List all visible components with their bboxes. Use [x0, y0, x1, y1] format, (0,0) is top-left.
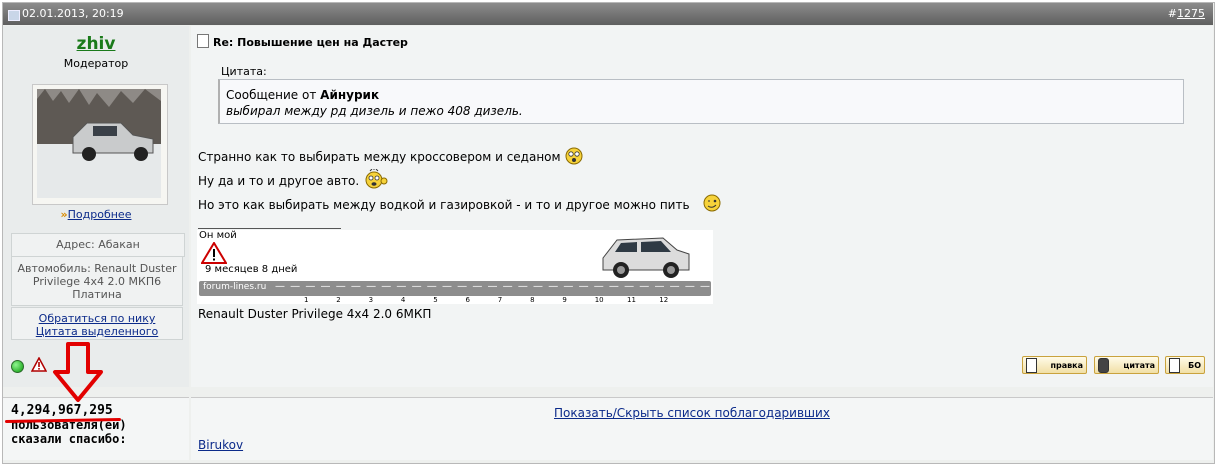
avatar[interactable] — [32, 84, 168, 205]
banner-tick-label: 11 — [627, 296, 636, 304]
post-date: 02.01.2013, 20:19 — [22, 7, 124, 20]
online-status-icon — [11, 360, 24, 373]
thanks-count: 4,294,967,295 пользователя(ей) сказали с… — [11, 403, 127, 447]
quote-text: выбирал между рд дизель и пежо 408 дизел… — [226, 104, 523, 118]
banner-title: Он мой — [199, 230, 237, 241]
quote-header: Сообщение от Айнурик — [226, 88, 380, 102]
more-details: »Подробнее — [3, 208, 189, 221]
document-icon — [197, 34, 209, 48]
user-actions: Обратиться по нику Цитата выделенного — [11, 307, 183, 340]
bo-icon — [1169, 358, 1180, 373]
more-details-link[interactable]: Подробнее — [68, 208, 132, 221]
banner-tick-label: 2 — [336, 296, 341, 304]
banner-tick-label: 3 — [368, 296, 374, 304]
post-status-icon — [8, 10, 20, 21]
banner-tick-label: 6 — [465, 296, 470, 304]
post-line-1: Странно как то выбирать между кроссоверо… — [198, 147, 583, 165]
post-title: Re: Повышение цен на Дастер — [197, 34, 408, 49]
avatar-car-image — [37, 89, 161, 198]
user-address: Адрес: Абакан — [11, 233, 185, 257]
thanks-count-value: 4,294,967,295 — [11, 403, 113, 418]
post-number: #1275 — [1167, 7, 1205, 20]
quote-icon — [1098, 358, 1109, 373]
warning-triangle-icon — [201, 242, 227, 264]
banner-tick-label: 5 — [433, 296, 438, 304]
toggle-thanks-list-link[interactable]: Показать/Скрыть список поблагодаривших — [554, 406, 830, 420]
banner-period: 9 месяцев 8 дней — [205, 264, 298, 275]
edit-button[interactable]: правка — [1022, 356, 1087, 374]
banner-tick-label: 9 — [562, 296, 567, 304]
post-header: 02.01.2013, 20:19 #1275 — [3, 3, 1213, 25]
quote-selected-link[interactable]: Цитата выделенного — [12, 325, 182, 338]
banner-car-image — [602, 237, 690, 278]
username-link[interactable]: zhiv — [3, 34, 189, 54]
user-car: Автомобиль: Renault Duster Privilege 4x4… — [11, 256, 183, 306]
banner-tick-label: 1 — [304, 296, 309, 304]
banner-tick-label: 4 — [400, 296, 406, 304]
thanks-list-cell: Показать/Скрыть список поблагодаривших B… — [191, 397, 1213, 460]
thanker-link[interactable]: Birukov — [198, 438, 243, 452]
banner-tick-label: 8 — [530, 296, 535, 304]
post-line-3: Но это как выбирать между водкой и газир… — [198, 193, 722, 213]
address-by-nick-link[interactable]: Обратиться по нику — [12, 312, 182, 325]
banner-ticks: 1 2 3 4 5 6 7 8 9 10 11 12 — [197, 296, 713, 305]
banner-tick-label: 10 — [594, 296, 604, 304]
thanks-count-line3: сказали спасибо: — [11, 432, 127, 446]
quote-button[interactable]: цитата — [1094, 356, 1159, 374]
banner-site: forum-lines.ru — [203, 282, 267, 292]
double-chevron-down-icon: » — [60, 208, 68, 221]
quote-box: Сообщение от Айнурик выбирал между рд ди… — [218, 79, 1184, 124]
quote-author: Айнурик — [320, 88, 380, 102]
post-line-2: Ну да и то и другое авто. — [198, 169, 389, 189]
signature-car: Renault Duster Privilege 4x4 2.0 6МКП — [198, 307, 432, 321]
user-role: Модератор — [63, 57, 129, 70]
post-content: Re: Повышение цен на Дастер Цитата: Сооб… — [191, 26, 1213, 387]
scared-smiley-icon — [365, 169, 388, 189]
wink-smiley-icon — [703, 194, 721, 212]
user-info-column: zhiv Модератор »Подробнее Адрес: Абакан … — [3, 26, 189, 387]
signature-divider — [198, 228, 341, 229]
signature-banner: Он мой 9 месяцев 8 дней forum-lines.ru —… — [197, 230, 713, 304]
confused-smiley-icon — [565, 147, 583, 165]
thanks-count-cell: 4,294,967,295 пользователя(ей) сказали с… — [3, 397, 189, 460]
post-number-link[interactable]: 1275 — [1177, 7, 1205, 20]
report-warning-icon[interactable] — [31, 357, 47, 373]
banner-tick-label: 12 — [659, 296, 669, 304]
banner-tick-label: 7 — [497, 296, 503, 304]
bo-button[interactable]: БО — [1165, 356, 1205, 374]
red-arrow-annotation-icon — [53, 342, 103, 402]
quote-label: Цитата: — [221, 65, 267, 78]
edit-icon — [1026, 358, 1037, 373]
banner-progress-bar: forum-lines.ru — — — — — — — — — — — — —… — [199, 281, 711, 303]
